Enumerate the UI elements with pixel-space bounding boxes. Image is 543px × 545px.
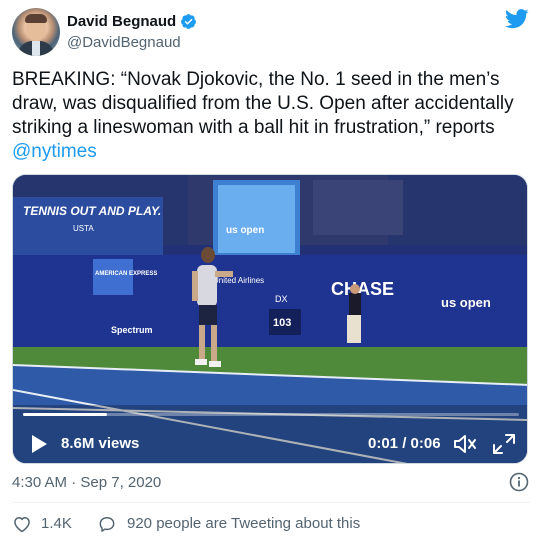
author-handle[interactable]: @DavidBegnaud (67, 34, 181, 51)
banner-text: TENNIS OUT AND PLAY. (23, 204, 161, 218)
amex-text: AMERICAN EXPRESS (95, 271, 157, 277)
author-name[interactable]: David Begnaud (67, 13, 176, 30)
play-icon[interactable] (29, 434, 49, 454)
tweet-body: BREAKING: “Novak Djokovic, the No. 1 see… (12, 69, 514, 138)
banner-sub-text: USTA (73, 224, 94, 233)
speed-label-text: DX (275, 294, 288, 304)
spectrum-text: Spectrum (111, 325, 153, 335)
video-views: 8.6M views (61, 435, 140, 452)
video-player[interactable]: TENNIS OUT AND PLAY. USTA us open AMERIC… (12, 174, 528, 464)
video-progress-bar[interactable] (23, 413, 519, 416)
twitter-bird-icon[interactable] (505, 9, 529, 29)
info-icon[interactable] (509, 472, 529, 492)
speech-bubble-icon[interactable] (97, 514, 117, 534)
divider (12, 502, 531, 503)
video-progress-fill (23, 413, 108, 416)
speed-value-text: 103 (273, 317, 291, 329)
fullscreen-icon[interactable] (492, 433, 516, 455)
sponsor-united-text: United Airlines (213, 276, 264, 285)
like-count[interactable]: 1.4K (41, 515, 72, 532)
video-time: 0:01 / 0:06 (368, 435, 441, 452)
sponsor-usopen-text: us open (441, 295, 491, 310)
verified-badge-icon (181, 14, 196, 29)
sponsor-chase-text: CHASE (331, 279, 394, 299)
mention-link[interactable]: @nytimes (12, 141, 97, 162)
tweet-timestamp[interactable]: 4:30 AM · Sep 7, 2020 (12, 474, 161, 491)
tweeting-about-link[interactable]: 920 people are Tweeting about this (127, 515, 360, 532)
tweet-text: BREAKING: “Novak Djokovic, the No. 1 see… (12, 68, 532, 164)
heart-icon[interactable] (12, 514, 32, 534)
tweet-card: David Begnaud @DavidBegnaud BREAKING: “N… (0, 0, 543, 545)
avatar[interactable] (12, 8, 60, 56)
video-frame: TENNIS OUT AND PLAY. USTA us open AMERIC… (13, 175, 527, 463)
volume-icon[interactable] (453, 433, 477, 455)
screen-brand-text: us open (226, 225, 264, 236)
